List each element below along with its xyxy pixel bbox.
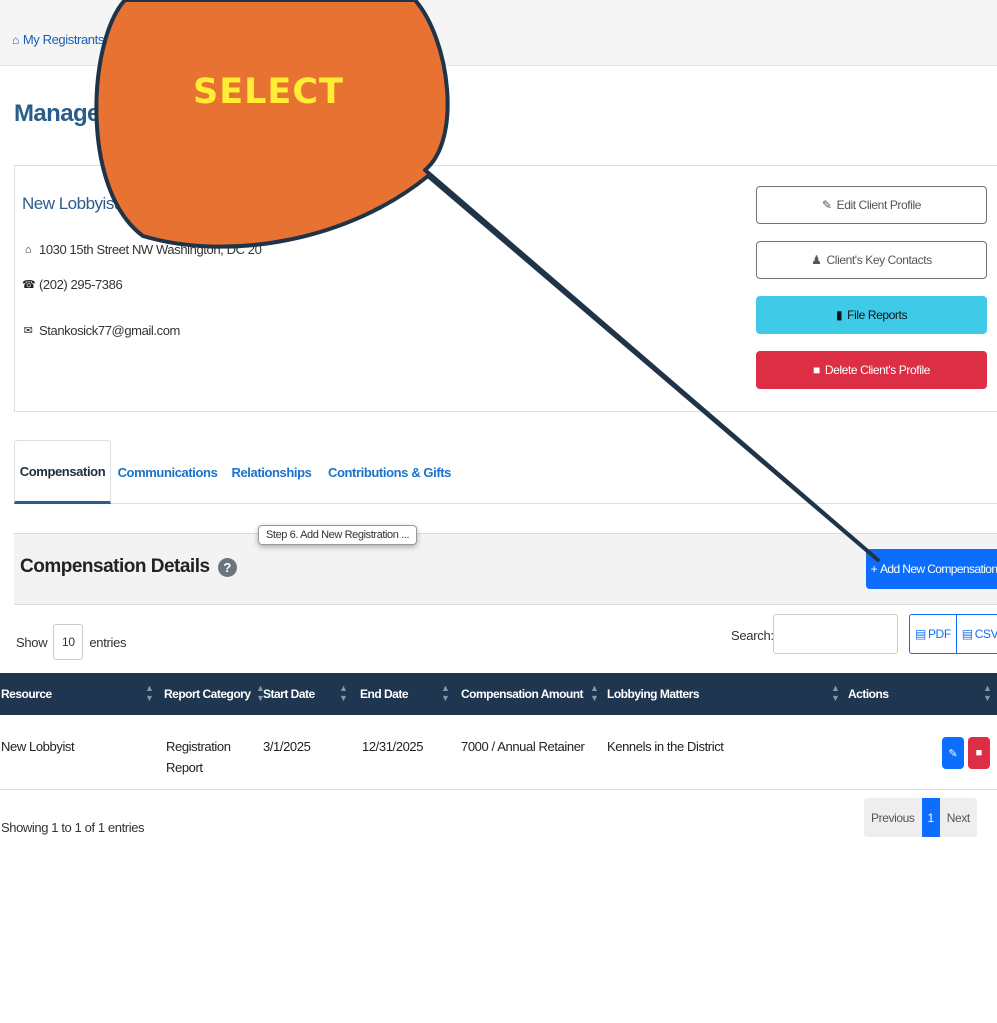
breadcrumb-home-label: My Registrants bbox=[22, 32, 104, 47]
export-pdf-button[interactable]: ▤ PDF bbox=[909, 614, 957, 654]
table-row: New Lobbyist Registration Report 3/1/202… bbox=[0, 715, 997, 790]
search-label: Search: bbox=[731, 628, 774, 643]
pdf-file-icon: ▤ bbox=[915, 627, 926, 641]
delete-row-button[interactable]: ■ bbox=[968, 737, 990, 769]
export-csv-label: CSV bbox=[974, 627, 997, 641]
home-icon: ⌂ bbox=[12, 32, 19, 47]
table-header: Resource ▲ ▼ Report Category ▲ ▼ Start Dat… bbox=[0, 673, 997, 715]
breadcrumb-home-link[interactable]: ⌂ My Registrants / bbox=[12, 32, 112, 47]
sort-icon: ▲ ▼ bbox=[339, 683, 348, 703]
pencil-icon: ✎ bbox=[948, 747, 958, 760]
edit-icon: ✎ bbox=[821, 198, 832, 212]
edit-row-button[interactable]: ✎ bbox=[942, 737, 964, 769]
tab-contributions-gifts[interactable]: Contributions & Gifts bbox=[319, 440, 460, 504]
sort-icon: ▲ ▼ bbox=[831, 683, 840, 703]
trash-icon: ■ bbox=[813, 363, 820, 377]
cell-compensation-amount: 7000 / Annual Retainer bbox=[461, 739, 585, 754]
cell-lobbying-matters: Kennels in the District bbox=[607, 739, 724, 754]
home-icon: ⌂ bbox=[24, 243, 32, 256]
phone-icon: ☎ bbox=[22, 279, 36, 291]
file-icon: ▮ bbox=[835, 308, 843, 322]
cell-report-category-line1: Registration bbox=[166, 739, 231, 754]
add-new-compensation-label: Add New Compensation bbox=[880, 562, 997, 576]
cell-resource: New Lobbyist bbox=[1, 739, 75, 754]
help-icon[interactable]: ? bbox=[217, 557, 237, 577]
compensation-title: Compensation Details ? bbox=[20, 556, 237, 578]
delete-client-profile-label: Delete Client's Profile bbox=[824, 363, 931, 377]
sort-icon: ▲ ▼ bbox=[145, 683, 154, 703]
client-card: New Lobbyist - Clien ⌂ 1030 15th Street … bbox=[14, 165, 997, 412]
client-address-text: 1030 15th Street NW Washington, DC 20 bbox=[39, 242, 262, 257]
column-header-report-category[interactable]: Report Category bbox=[164, 673, 251, 715]
breadcrumb-separator: / bbox=[107, 32, 112, 47]
search-input[interactable] bbox=[773, 614, 898, 654]
entries-label: entries bbox=[89, 634, 127, 650]
client-name: New Lobbyist - Clien bbox=[22, 194, 168, 213]
users-icon: ♟ bbox=[811, 253, 822, 267]
column-header-lobbying-matters[interactable]: Lobbying Matters bbox=[607, 673, 700, 715]
client-address: ⌂ 1030 15th Street NW Washington, DC 20 bbox=[22, 242, 262, 257]
pagination-page[interactable]: 1 bbox=[921, 798, 940, 837]
edit-client-profile-button[interactable]: ✎ Edit Client Profile bbox=[756, 186, 987, 224]
compensation-title-text: Compensation Details bbox=[20, 556, 210, 577]
csv-file-icon: ▤ bbox=[961, 627, 973, 641]
show-entries: Show 10 entries bbox=[16, 624, 127, 660]
column-header-compensation-amount[interactable]: Compensation Amount bbox=[461, 673, 584, 715]
column-header-actions: Actions bbox=[848, 687, 889, 701]
cell-start-date: 3/1/2025 bbox=[263, 739, 311, 754]
show-label: Show bbox=[16, 634, 48, 650]
sort-icon: ▲ ▼ bbox=[983, 683, 992, 703]
sort-icon: ▲ ▼ bbox=[590, 683, 599, 703]
client-email: ✉ Stankosick77@gmail.com bbox=[22, 323, 181, 338]
cell-report-category: Registration Report bbox=[166, 736, 231, 778]
entries-select[interactable]: 10 bbox=[53, 624, 84, 660]
tab-communications[interactable]: Communications bbox=[111, 440, 224, 504]
export-button-group: ▤ PDF ▤ CSV bbox=[909, 614, 997, 654]
export-pdf-label: PDF bbox=[927, 627, 951, 641]
key-contacts-label: Client's Key Contacts bbox=[826, 253, 933, 267]
cell-report-category-line2: Report bbox=[166, 760, 203, 775]
delete-client-profile-button[interactable]: ■ Delete Client's Profile bbox=[756, 351, 987, 389]
select-callout bbox=[94, 0, 880, 562]
pagination: Previous 1 Next bbox=[864, 798, 977, 837]
sort-icon: ▲ ▼ bbox=[441, 683, 450, 703]
envelope-icon: ✉ bbox=[23, 325, 33, 337]
step-tooltip: Step 6. Add New Registration ... bbox=[258, 525, 418, 545]
tab-relationships[interactable]: Relationships bbox=[224, 440, 319, 504]
add-new-compensation-button[interactable]: + Add New Compensation bbox=[866, 549, 997, 589]
page-title: Manage P bbox=[14, 100, 122, 127]
file-reports-button[interactable]: ▮ File Reports bbox=[756, 296, 987, 334]
client-phone: ☎ (202) 295-7386 bbox=[22, 277, 123, 292]
client-email-text: Stankosick77@gmail.com bbox=[39, 323, 180, 338]
callout-label: SELECT bbox=[193, 72, 344, 112]
export-csv-button[interactable]: ▤ CSV bbox=[956, 614, 997, 654]
key-contacts-button[interactable]: ♟ Client's Key Contacts bbox=[756, 241, 987, 279]
column-header-end-date[interactable]: End Date bbox=[360, 673, 409, 715]
edit-client-profile-label: Edit Client Profile bbox=[836, 198, 922, 212]
compensation-header: Compensation Details ? + Add New Compens… bbox=[14, 533, 997, 605]
table-info: Showing 1 to 1 of 1 entries bbox=[1, 820, 145, 835]
tab-compensation[interactable]: Compensation bbox=[14, 440, 111, 504]
breadcrumb: ⌂ My Registrants / bbox=[0, 0, 997, 66]
tab-bar: Compensation Communications Relationship… bbox=[14, 440, 997, 504]
pagination-previous[interactable]: Previous bbox=[864, 798, 922, 837]
cell-end-date: 12/31/2025 bbox=[362, 739, 424, 754]
column-header-resource[interactable]: Resource bbox=[1, 673, 52, 715]
pagination-next[interactable]: Next bbox=[940, 798, 977, 837]
file-reports-label: File Reports bbox=[847, 308, 908, 322]
plus-icon: + bbox=[870, 562, 878, 576]
trash-icon: ■ bbox=[975, 747, 983, 759]
column-header-start-date[interactable]: Start Date bbox=[263, 673, 315, 715]
client-phone-text: (202) 295-7386 bbox=[39, 277, 123, 292]
